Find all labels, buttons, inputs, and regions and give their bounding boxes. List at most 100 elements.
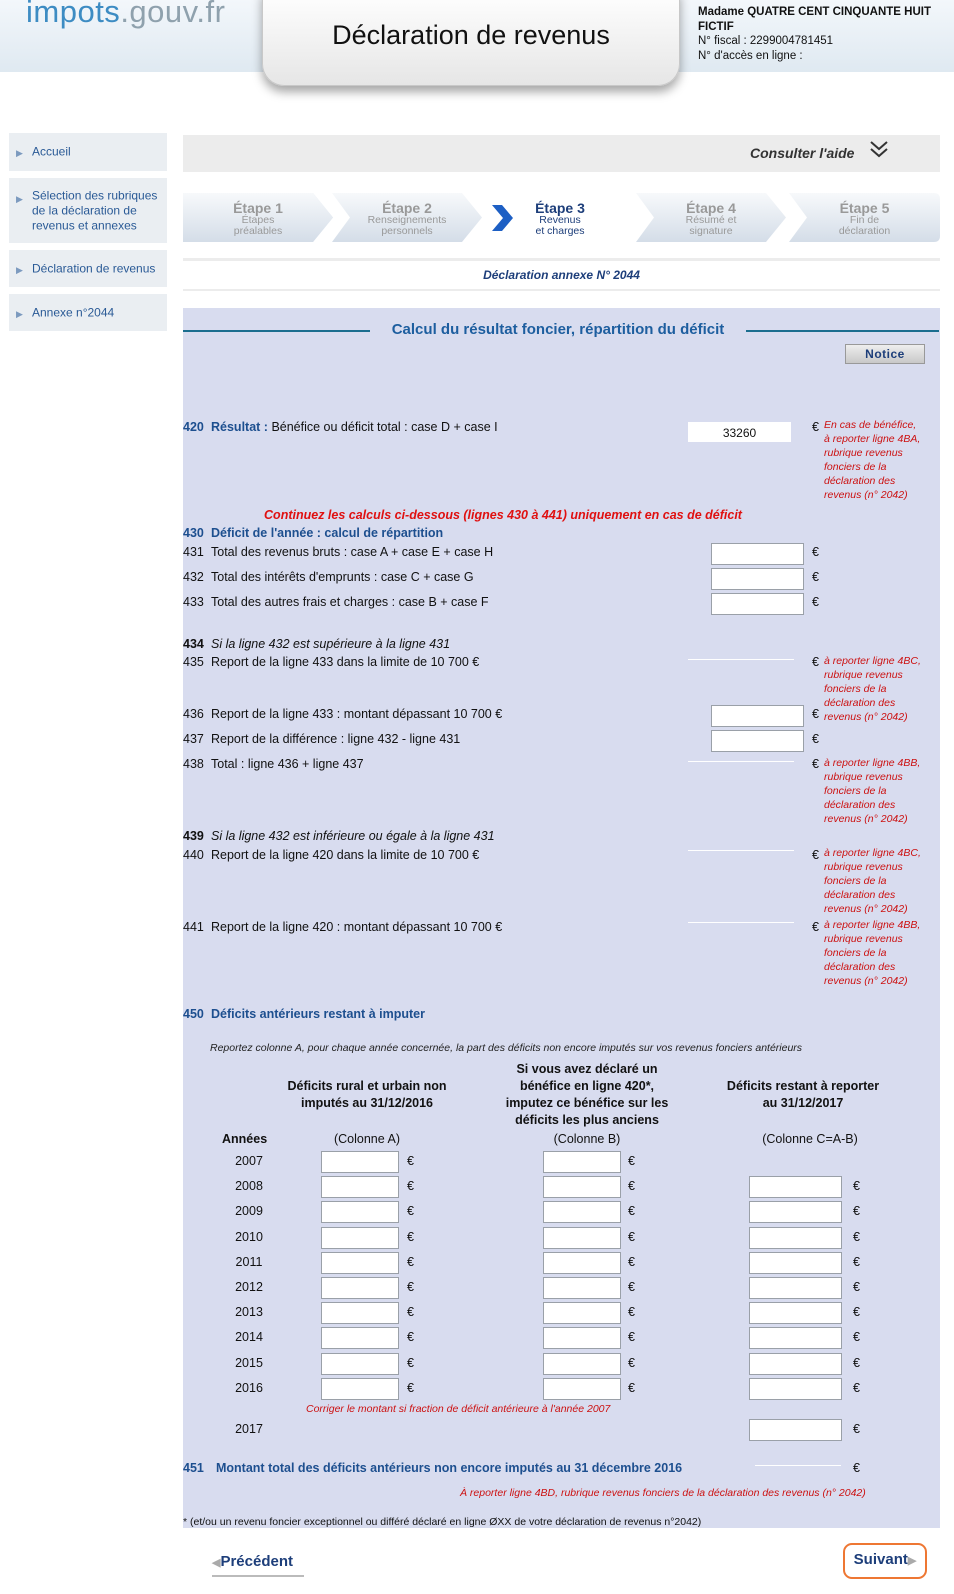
line-439: 439 Si la ligne 432 est inférieure ou éga…: [183, 829, 495, 843]
field-col-a[interactable]: [321, 1151, 399, 1173]
line-431: 431 Total des revenus bruts : case A + ca…: [183, 545, 494, 559]
euro-sign: €: [853, 1204, 860, 1219]
years-header: Années: [222, 1132, 268, 1146]
field-col-b[interactable]: [543, 1251, 621, 1274]
euro-sign: €: [628, 1204, 635, 1219]
note-420: En cas de bénéfice, à reporter ligne 4BA,…: [824, 419, 921, 501]
line-436: 436 Report de la ligne 433 : montant dépa…: [183, 707, 503, 721]
field-col-a[interactable]: [321, 1302, 399, 1325]
euro-sign: €: [853, 1280, 860, 1294]
triangle-right-icon: ▶: [16, 264, 23, 275]
euro-sign: €: [407, 1380, 414, 1395]
field-col-c-2017[interactable]: [749, 1419, 842, 1441]
chevron-right-icon: ▶: [907, 1555, 917, 1567]
field-col-c[interactable]: [749, 1352, 842, 1375]
field-col-c[interactable]: [749, 1327, 842, 1350]
euro-sign: €: [628, 1380, 635, 1395]
note-438: à reporter ligne 4BB, rubrique revenus fon…: [824, 757, 921, 825]
field-433[interactable]: [711, 593, 804, 615]
euro-sign: €: [812, 420, 819, 434]
field-420[interactable]: 33260: [688, 422, 791, 442]
col-a-subheader: (Colonne A): [333, 1132, 400, 1146]
field-col-a[interactable]: [321, 1327, 399, 1350]
notice-button[interactable]: Notice: [845, 344, 925, 364]
sidebar-item-declaration[interactable]: ▶ Déclaration de revenus: [9, 250, 167, 287]
field-col-b[interactable]: [543, 1176, 621, 1199]
year-label: 2015: [235, 1355, 263, 1370]
field-col-c[interactable]: [749, 1302, 842, 1325]
field-col-a[interactable]: [321, 1226, 399, 1249]
site-logo[interactable]: impots.gouv.fr: [26, 0, 225, 30]
euro-sign: €: [628, 1179, 635, 1194]
line-451: 451 Montant total des déficits antérieurs…: [183, 1461, 683, 1475]
sidebar-item-annexe-2044[interactable]: ▶ Annexe n°2044: [9, 294, 167, 331]
field-col-b[interactable]: [543, 1226, 621, 1249]
step-1: Étape 1 Étapes préalables: [183, 193, 333, 242]
field-col-a[interactable]: [321, 1377, 399, 1400]
double-chevron-down-icon[interactable]: [868, 138, 890, 163]
field-col-a[interactable]: [321, 1251, 399, 1274]
field-col-b[interactable]: [543, 1151, 621, 1173]
note-440: à reporter ligne 4BC, rubrique revenus fon…: [824, 847, 921, 915]
field-col-c[interactable]: [749, 1176, 842, 1199]
euro-sign: €: [407, 1254, 414, 1269]
field-436[interactable]: [711, 705, 804, 727]
euro-sign: €: [407, 1330, 414, 1345]
computed-field-441: [688, 922, 794, 923]
field-col-b[interactable]: [543, 1302, 621, 1325]
field-col-a[interactable]: [321, 1176, 399, 1199]
field-431[interactable]: [711, 543, 804, 565]
euro-sign: €: [853, 1229, 860, 1244]
sidebar-item-label: Annexe n°2044: [32, 305, 115, 319]
year-label: 2012: [235, 1280, 263, 1294]
year-label: 2013: [235, 1305, 263, 1320]
field-col-a[interactable]: [321, 1352, 399, 1375]
field-col-a[interactable]: [321, 1201, 399, 1224]
line-432: 432 Total des intérêts d'emprunts : case …: [183, 570, 474, 584]
computed-field-440: [688, 850, 794, 851]
step-2: Étape 2 Renseignements personnels: [332, 193, 482, 242]
col-c-subheader: (Colonne C=A-B): [762, 1132, 858, 1146]
field-col-a[interactable]: [321, 1277, 399, 1299]
field-col-b[interactable]: [543, 1327, 621, 1350]
field-col-b[interactable]: [543, 1277, 621, 1299]
field-col-b[interactable]: [543, 1377, 621, 1400]
euro-sign: €: [407, 1355, 414, 1370]
field-432[interactable]: [711, 568, 804, 590]
year-label: 2010: [235, 1229, 263, 1244]
euro-sign: €: [853, 1422, 860, 1436]
euro-sign: €: [853, 1305, 860, 1320]
next-button[interactable]: Suivant▶: [843, 1543, 927, 1579]
field-col-c[interactable]: [749, 1377, 842, 1400]
field-col-b[interactable]: [543, 1201, 621, 1224]
triangle-right-icon: ▶: [16, 308, 23, 319]
help-link[interactable]: Consulter l'aide: [750, 145, 854, 161]
sidebar-item-selection[interactable]: ▶ Sélection des rubriques de la déclarat…: [9, 178, 167, 243]
line-420: 420 Résultat : Bénéfice ou déficit total …: [183, 420, 498, 434]
euro-sign: €: [628, 1330, 635, 1345]
line-434: 434 Si la ligne 432 est supérieure à la l…: [183, 637, 451, 651]
field-col-c[interactable]: [749, 1251, 842, 1274]
euro-sign: €: [812, 732, 819, 746]
field-col-c[interactable]: [749, 1226, 842, 1249]
field-col-c[interactable]: [749, 1277, 842, 1299]
sidebar-item-label: Sélection des rubriques de la déclaratio…: [32, 188, 158, 232]
field-col-b[interactable]: [543, 1352, 621, 1375]
line-435: 435 Report de la ligne 433 dans la limite…: [183, 655, 480, 669]
euro-sign: €: [628, 1355, 635, 1370]
step-label: Étapes préalables: [233, 214, 283, 237]
euro-sign: €: [812, 707, 819, 721]
euro-sign: €: [407, 1204, 414, 1219]
field-col-c[interactable]: [749, 1201, 842, 1224]
euro-sign: €: [407, 1280, 414, 1294]
col-b-subheader: (Colonne B): [553, 1132, 621, 1146]
note-441: à reporter ligne 4BB, rubrique revenus fon…: [824, 919, 921, 987]
triangle-right-icon: ▶: [16, 148, 23, 158]
field-437[interactable]: [711, 730, 804, 752]
euro-sign: €: [407, 1305, 414, 1320]
euro-sign: €: [812, 545, 819, 559]
sidebar-item-accueil[interactable]: ▶ Accueil: [9, 133, 167, 171]
previous-button[interactable]: ◀Précédent: [212, 1553, 293, 1570]
line-430: 430 Déficit de l'année : calcul de répart…: [183, 526, 444, 540]
euro-sign: €: [628, 1154, 635, 1168]
